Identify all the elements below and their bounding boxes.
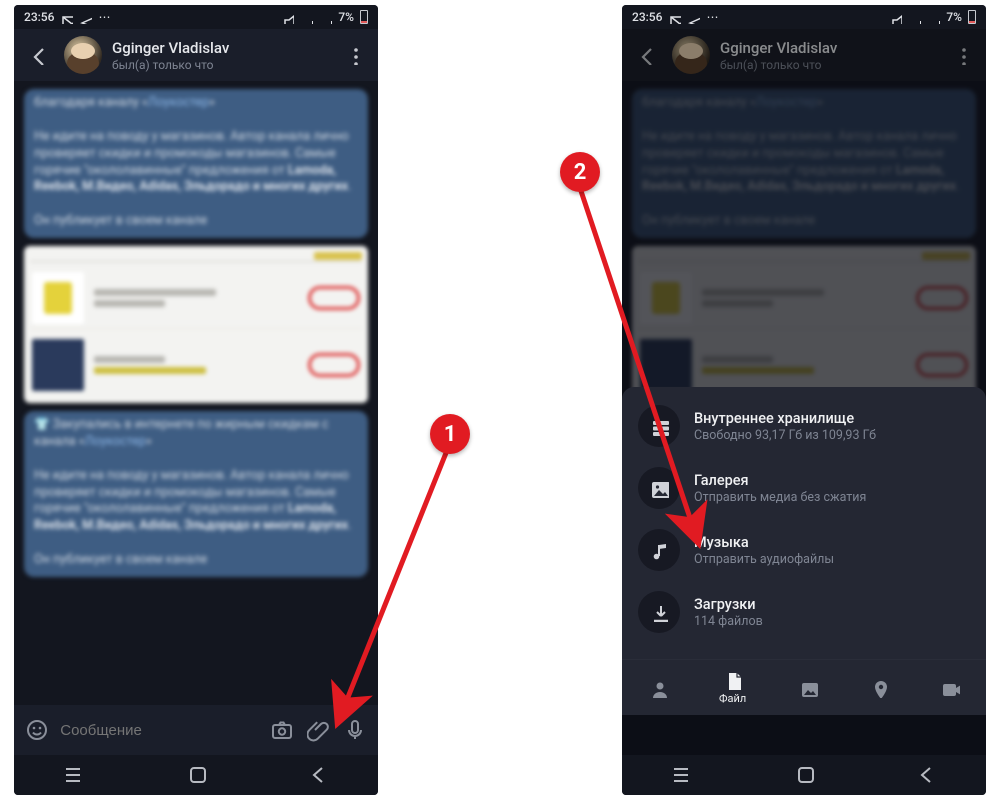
tab-video[interactable] [940,678,960,698]
chat-header: Gginger Vladislav был(а) только что [622,29,986,81]
chat-title-block[interactable]: Gginger Vladislav был(а) только что [112,39,328,72]
back-nav-button[interactable] [307,763,327,787]
recents-button[interactable] [65,763,85,787]
signal-icon [300,11,313,24]
more-button[interactable] [946,39,978,71]
message-bubble: благодаря каналу «Лоукостер» Не идите на… [24,89,368,238]
tab-label: Файл [719,692,746,705]
chat-title: Gginger Vladislav [112,39,328,57]
mail-icon [60,11,73,24]
message-bubble: 👕 Закупались в интернете по жирным скидк… [24,411,368,577]
camera-button[interactable] [267,714,297,746]
home-button[interactable] [186,763,206,787]
battery-text: 7% [338,10,354,24]
recents-button[interactable] [673,763,693,787]
telegram-icon [687,11,700,24]
tab-file[interactable]: Файл [719,670,746,705]
sheet-item-downloads[interactable]: Загрузки 114 файлов [622,581,986,643]
back-nav-button[interactable] [915,763,935,787]
battery-icon [360,10,368,24]
signal-icon [927,11,940,24]
emoji-button[interactable] [22,714,52,746]
back-button[interactable] [630,39,662,71]
android-navbar [14,755,378,795]
message-input[interactable] [58,721,261,740]
avatar[interactable] [64,36,102,74]
chat-subtitle: был(а) только что [720,58,936,72]
annotation-arrow-1 [320,430,460,740]
status-time: 23:56 [632,10,662,24]
dots-icon: ⋯ [706,10,718,24]
mute-icon [281,11,294,24]
home-button[interactable] [794,763,814,787]
chat-title-block[interactable]: Gginger Vladislav был(а) только что [720,39,936,72]
status-bar: 23:56 ⋯ 7% [14,5,378,29]
sheet-sub: 114 файлов [694,614,763,629]
media-card [24,246,368,403]
dots-icon: ⋯ [98,10,110,24]
back-button[interactable] [22,39,54,71]
mute-icon [889,11,902,24]
annotation-arrow-2 [570,170,720,560]
signal-icon [908,11,921,24]
sheet-title: Загрузки [694,596,763,613]
telegram-icon [79,11,92,24]
tab-gallery[interactable] [798,678,818,698]
android-navbar [622,755,986,795]
chat-title: Gginger Vladislav [720,39,936,57]
sheet-tabs: Файл [622,659,986,715]
chat-subtitle: был(а) только что [112,58,328,72]
avatar[interactable] [672,36,710,74]
chat-header: Gginger Vladislav был(а) только что [14,29,378,81]
more-button[interactable] [338,39,370,71]
download-icon [638,591,680,633]
signal-icon [319,11,332,24]
mail-icon [668,11,681,24]
annotation-badge-2: 2 [560,152,600,192]
tab-contact[interactable] [648,678,668,698]
annotation-badge-1: 1 [430,414,470,454]
status-bar: 23:56 ⋯ 7% [622,5,986,29]
battery-icon [968,10,976,24]
status-time: 23:56 [24,10,54,24]
battery-text: 7% [946,10,962,24]
tab-location[interactable] [869,678,889,698]
sheet-sub: Свободно 93,17 Гб из 109,93 Гб [694,428,876,443]
sheet-title: Внутреннее хранилище [694,410,876,427]
